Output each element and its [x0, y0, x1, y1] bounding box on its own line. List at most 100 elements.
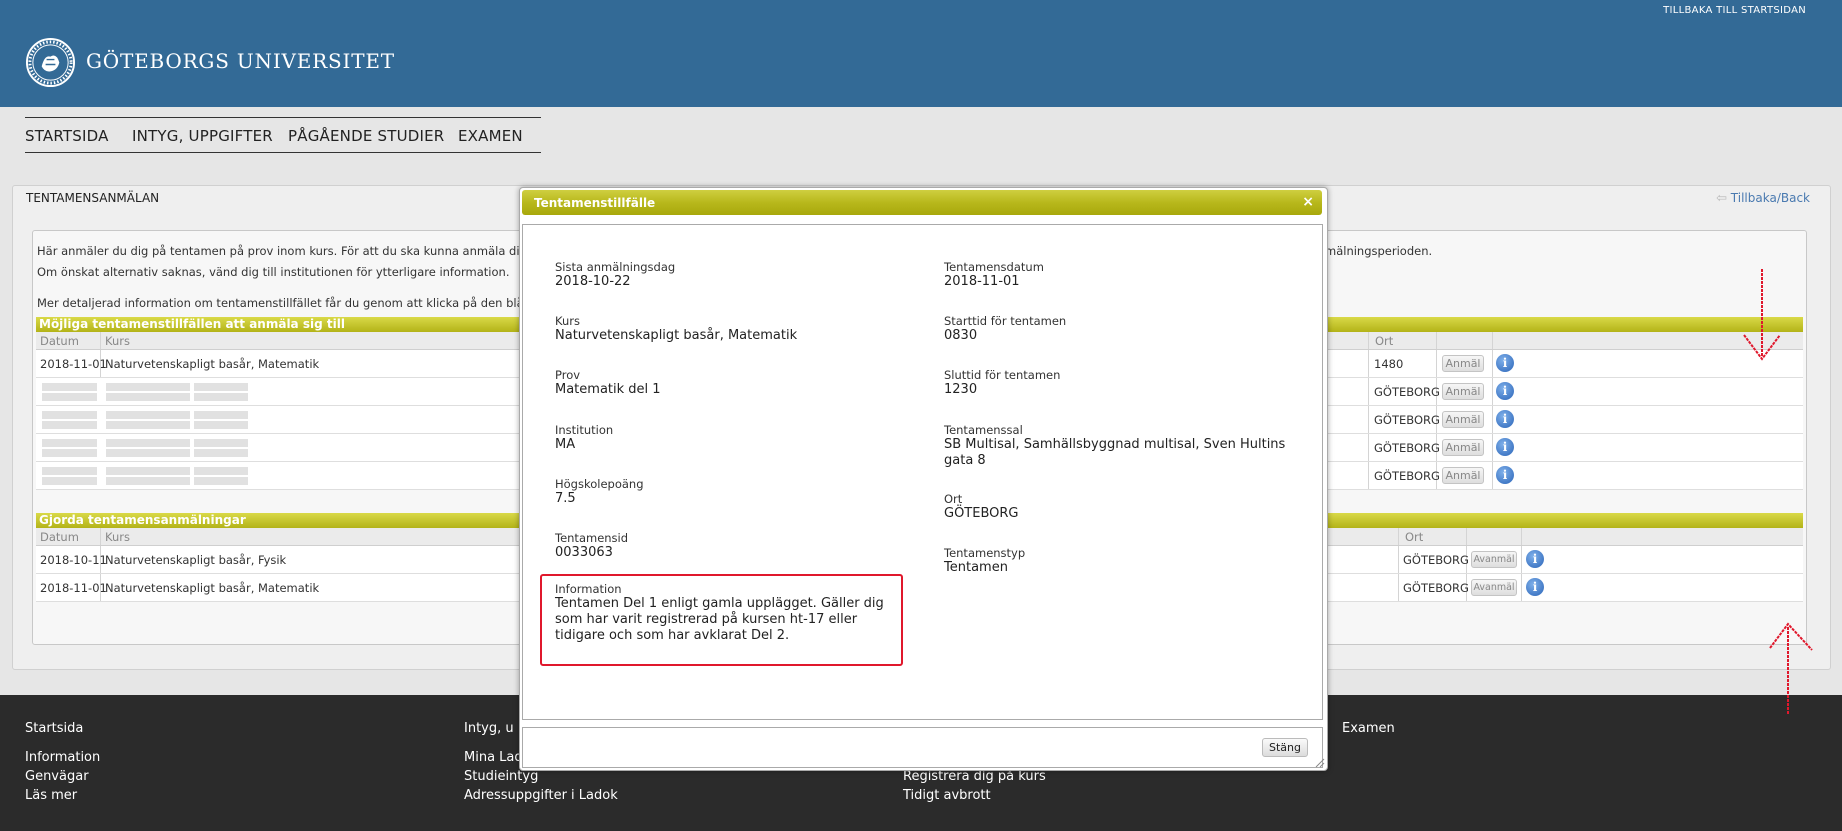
info-icon[interactable]: i — [1496, 410, 1514, 428]
field-value: 7.5 — [555, 491, 576, 506]
col-datum: Datum — [40, 530, 79, 544]
field-value: 2018-10-22 — [555, 274, 631, 289]
row-place: GÖTEBORG — [1403, 581, 1469, 595]
university-seal-icon[interactable] — [25, 37, 76, 88]
dialog-title: Tentamenstillfälle — [534, 196, 656, 210]
info-icon[interactable]: i — [1496, 382, 1514, 400]
footer-heading-intyg[interactable]: Intyg, u — [464, 721, 514, 736]
row-date: 2018-11-01 — [40, 581, 107, 595]
nav-intyg-uppgifter[interactable]: INTYG, UPPGIFTER — [132, 127, 273, 145]
info-icon[interactable]: i — [1496, 466, 1514, 484]
field-tentamenstyp: Tentamenstyp Tentamen — [944, 546, 1025, 576]
university-name[interactable]: GÖTEBORGS UNIVERSITET — [86, 49, 395, 73]
main-nav: STARTSIDA INTYG, UPPGIFTER PÅGÅENDE STUD… — [25, 117, 541, 153]
field-sluttid: Sluttid för tentamen 1230 — [944, 368, 1060, 398]
footer-link-mina-ladok[interactable]: Mina Lad — [464, 750, 523, 765]
footer-heading-examen[interactable]: Examen — [1342, 721, 1395, 736]
row-place: GÖTEBORG — [1374, 469, 1440, 483]
back-link[interactable]: ⇦ Tillbaka/Back — [1716, 191, 1810, 206]
field-tentamensid: Tentamensid 0033063 — [555, 531, 628, 561]
arrow-left-icon: ⇦ — [1716, 191, 1727, 206]
site-header: TILLBAKA TILL STARTSIDAN GÖTEBORGS UNIVE… — [0, 0, 1842, 107]
field-tentamensdatum: Tentamensdatum 2018-11-01 — [944, 260, 1044, 290]
unregister-button[interactable]: Avanmäl — [1471, 579, 1517, 596]
info-icon[interactable]: i — [1496, 354, 1514, 372]
intro-text-1: Här anmäler du dig på tentamen på prov i… — [37, 244, 520, 258]
field-value: Matematik del 1 — [555, 382, 661, 397]
footer-link-information[interactable]: Information — [25, 750, 100, 765]
dialog-footer: Stäng — [522, 727, 1323, 768]
footer-link-studieintyg[interactable]: Studieintyg — [464, 769, 538, 784]
annotation-arrow-down-icon — [1743, 269, 1781, 361]
nav-startsida[interactable]: STARTSIDA — [25, 127, 109, 145]
field-label: Sista anmälningsdag — [555, 260, 676, 274]
field-value: Tentamen — [944, 560, 1008, 575]
row-course: Naturvetenskapligt basår, Matematik — [105, 581, 320, 595]
page-title: TENTAMENSANMÄLAN — [26, 191, 160, 205]
close-icon[interactable]: × — [1302, 194, 1314, 210]
annotation-arrow-up-icon — [1769, 622, 1813, 714]
nav-examen[interactable]: EXAMEN — [458, 127, 523, 145]
info-icon[interactable]: i — [1526, 578, 1544, 596]
register-button[interactable]: Anmäl — [1442, 383, 1484, 400]
footer-heading-startsida[interactable]: Startsida — [25, 721, 83, 736]
row-date: 2018-11-01 — [40, 357, 107, 371]
field-value: Naturvetenskapligt basår, Matematik — [555, 328, 798, 343]
back-to-start-link[interactable]: TILLBAKA TILL STARTSIDAN — [1663, 5, 1806, 16]
row-place: 1480 — [1374, 357, 1404, 371]
nav-pagaende-studier[interactable]: PÅGÅENDE STUDIER — [288, 127, 444, 145]
dialog-titlebar[interactable]: Tentamenstillfälle × — [522, 190, 1322, 215]
field-tentamenssal: Tentamenssal SB Multisal, Samhällsbyggna… — [944, 423, 1289, 469]
row-place: GÖTEBORG — [1374, 441, 1440, 455]
field-label: Sluttid för tentamen — [944, 368, 1061, 382]
resize-grip-icon[interactable] — [1315, 758, 1325, 768]
field-value: MA — [555, 437, 576, 452]
unregister-button[interactable]: Avanmäl — [1471, 551, 1517, 568]
field-institution: Institution MA — [555, 423, 613, 453]
register-button[interactable]: Anmäl — [1442, 439, 1484, 456]
field-starttid: Starttid för tentamen 0830 — [944, 314, 1066, 344]
col-ort: Ort — [1405, 530, 1424, 544]
intro-text-2: Om önskat alternativ saknas, vänd dig ti… — [37, 265, 510, 279]
field-information: Information Tentamen Del 1 enligt gamla … — [555, 582, 895, 644]
footer-link-adressuppgifter[interactable]: Adressuppgifter i Ladok — [464, 788, 618, 803]
footer-link-las-mer[interactable]: Läs mer — [25, 788, 77, 803]
register-button[interactable]: Anmäl — [1442, 467, 1484, 484]
col-kurs: Kurs — [105, 334, 130, 348]
field-label: Tentamensid — [555, 531, 629, 545]
field-label: Prov — [555, 368, 581, 382]
back-link-label: Tillbaka/Back — [1730, 191, 1810, 205]
intro-text-3: Mer detaljerad information om tentamenst… — [37, 296, 524, 310]
exam-details-dialog: Tentamenstillfälle × Sista anmälningsdag… — [519, 187, 1328, 771]
register-button[interactable]: Anmäl — [1442, 411, 1484, 428]
col-kurs: Kurs — [105, 530, 130, 544]
info-icon[interactable]: i — [1526, 550, 1544, 568]
field-label: Information — [555, 582, 622, 596]
close-button[interactable]: Stäng — [1262, 738, 1308, 757]
field-hogskolepoang: Högskolepoäng 7.5 — [555, 477, 644, 507]
field-label: Ort — [944, 492, 963, 506]
col-datum: Datum — [40, 334, 79, 348]
row-date: 2018-10-11 — [40, 553, 107, 567]
field-value: 1230 — [944, 382, 978, 397]
field-ort: Ort GÖTEBORG — [944, 492, 1019, 522]
field-label: Högskolepoäng — [555, 477, 644, 491]
field-value: 0830 — [944, 328, 978, 343]
field-label: Institution — [555, 423, 614, 437]
footer-link-tidigt-avbrott[interactable]: Tidigt avbrott — [903, 788, 991, 803]
field-value: GÖTEBORG — [944, 506, 1019, 521]
info-icon[interactable]: i — [1496, 438, 1514, 456]
field-value: SB Multisal, Samhällsbyggnad multisal, S… — [944, 437, 1286, 468]
dialog-body: Sista anmälningsdag 2018-10-22 Kurs Natu… — [522, 224, 1323, 720]
footer-link-registrera[interactable]: Registrera dig på kurs — [903, 769, 1046, 784]
field-label: Starttid för tentamen — [944, 314, 1067, 328]
field-value: 0033063 — [555, 545, 613, 560]
footer-link-genvagar[interactable]: Genvägar — [25, 769, 89, 784]
register-button[interactable]: Anmäl — [1442, 355, 1484, 372]
field-value: Tentamen Del 1 enligt gamla upplägget. G… — [555, 596, 884, 643]
field-prov: Prov Matematik del 1 — [555, 368, 661, 398]
row-place: GÖTEBORG — [1374, 413, 1440, 427]
field-label: Kurs — [555, 314, 580, 328]
field-label: Tentamenstyp — [944, 546, 1026, 560]
field-label: Tentamensdatum — [944, 260, 1044, 274]
